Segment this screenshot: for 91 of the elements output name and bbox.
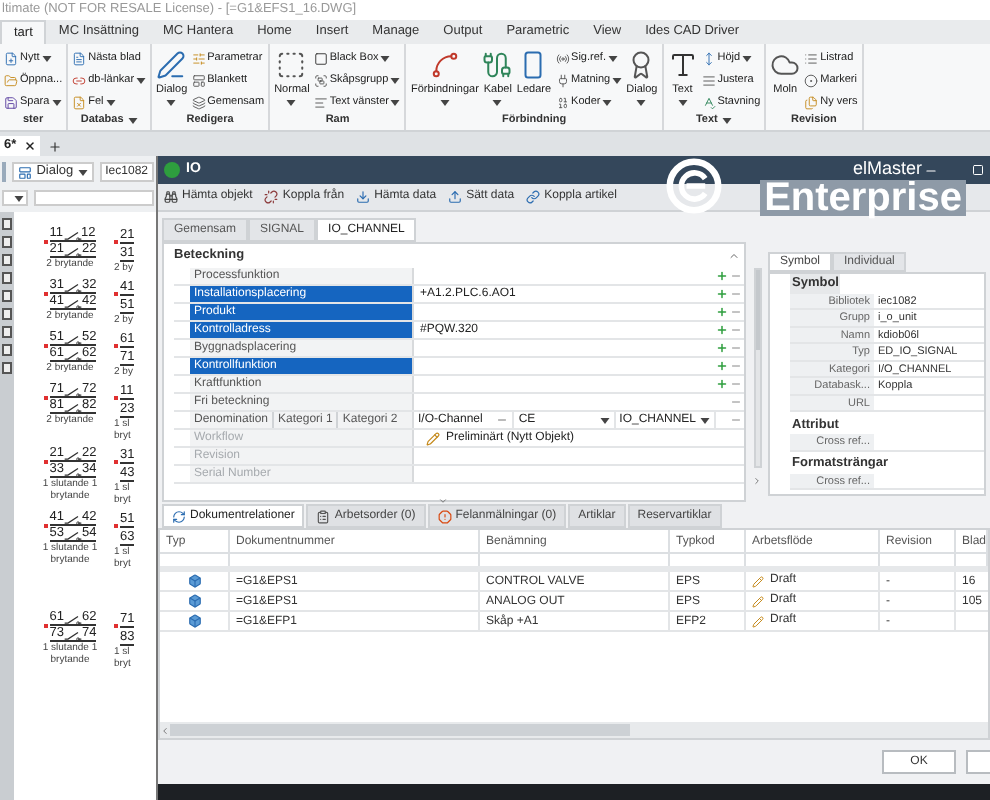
plug-icon — [555, 73, 570, 87]
upload-icon — [448, 190, 463, 204]
pen-icon — [156, 50, 187, 80]
caret-icon — [612, 77, 623, 83]
error-file-icon — [72, 95, 87, 109]
add-icon[interactable] — [716, 270, 728, 282]
close-icon[interactable] — [24, 140, 37, 152]
browse-icon — [496, 414, 509, 426]
search-field[interactable] — [34, 190, 154, 206]
pencil-icon — [752, 615, 764, 627]
frame-icon — [313, 51, 328, 65]
add-icon[interactable] — [716, 306, 728, 318]
pencil-icon — [426, 431, 440, 445]
new-file-icon — [4, 51, 18, 65]
input-field[interactable] — [2, 162, 7, 182]
caret-icon — [607, 55, 618, 61]
horizontal-scrollbar[interactable] — [160, 722, 988, 738]
add-icon[interactable] — [716, 324, 728, 336]
add-icon[interactable] — [716, 342, 728, 354]
add-icon[interactable] — [716, 360, 728, 372]
group-icon — [313, 73, 328, 87]
clipboard-icon — [316, 509, 331, 523]
pencil-icon — [752, 575, 764, 587]
link-icon — [526, 190, 541, 204]
caret-icon — [105, 99, 116, 105]
cloud-icon — [770, 50, 801, 80]
dialog-icon — [18, 165, 33, 179]
unlink-icon — [264, 190, 279, 204]
relation-icon — [172, 509, 186, 523]
dashed-frame-icon — [276, 50, 307, 80]
save-icon — [4, 95, 18, 109]
connection-icon — [429, 50, 460, 80]
layers-icon — [191, 95, 206, 109]
caret-icon — [699, 417, 710, 423]
brand-name: elMaster — [852, 157, 922, 179]
sliders-icon — [191, 51, 206, 65]
code-icon — [555, 95, 570, 109]
spell-check-icon — [701, 95, 716, 109]
caret-icon — [41, 55, 52, 61]
cube-icon — [187, 594, 201, 608]
template-icon — [191, 73, 206, 87]
caret-icon — [439, 100, 450, 107]
add-icon[interactable] — [716, 288, 728, 300]
logo-icon — [666, 158, 722, 214]
caret-icon — [286, 100, 297, 107]
cube-icon — [187, 574, 201, 588]
expand-icon[interactable] — [752, 476, 762, 486]
height-icon — [701, 51, 716, 65]
caret-icon — [136, 77, 147, 83]
pencil-icon — [752, 595, 764, 607]
caret-icon — [602, 99, 613, 105]
add-icon[interactable] — [716, 378, 728, 390]
collapse-icon[interactable] — [728, 250, 740, 262]
align-icon — [701, 73, 716, 87]
caret-icon — [677, 100, 688, 107]
caret-icon — [380, 55, 391, 61]
caret-icon — [390, 77, 401, 83]
app-icon — [164, 162, 180, 178]
binoculars-icon — [164, 190, 178, 204]
caret-icon — [721, 118, 732, 124]
caret-icon — [492, 100, 503, 107]
page-icon — [72, 51, 87, 65]
caret-icon — [51, 99, 62, 105]
caret-icon — [390, 99, 401, 105]
caret-icon — [636, 100, 647, 107]
align-left-icon — [313, 95, 328, 109]
link-icon — [72, 73, 87, 87]
alert-icon — [437, 509, 452, 523]
cable-icon — [482, 50, 513, 80]
caret-icon — [77, 169, 88, 175]
caret-icon — [599, 417, 610, 423]
text-icon — [667, 50, 698, 80]
marker-icon — [804, 73, 819, 87]
maximize-icon[interactable] — [972, 164, 984, 176]
new-tab-icon[interactable] — [48, 140, 63, 154]
caret-icon — [166, 100, 177, 107]
caret-icon — [14, 195, 24, 201]
filter-dropdown[interactable] — [2, 190, 28, 206]
folder-icon — [4, 73, 18, 87]
files-icon — [804, 95, 819, 109]
list-icon — [804, 51, 819, 65]
scrollbar[interactable] — [753, 268, 761, 468]
dialog-button[interactable] — [966, 750, 990, 774]
product-name: Enterprise — [760, 179, 966, 215]
signal-icon — [555, 51, 570, 65]
download-icon — [356, 190, 371, 204]
caret-icon — [742, 55, 753, 61]
scroll-left-icon[interactable] — [160, 725, 170, 735]
cube-icon — [187, 614, 201, 628]
collapse-icon[interactable] — [438, 496, 448, 506]
caret-icon — [127, 118, 138, 124]
